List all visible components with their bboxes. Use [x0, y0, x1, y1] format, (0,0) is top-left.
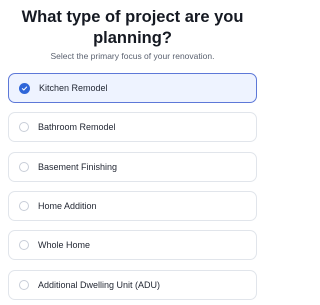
option-label: Whole Home [38, 239, 91, 250]
check-icon [19, 82, 30, 94]
option-label: Additional Dwelling Unit (ADU) [38, 279, 161, 290]
option-kitchen-remodel[interactable]: Kitchen Remodel [8, 73, 257, 103]
radio-circle-icon [19, 162, 29, 172]
radio-circle-icon [19, 280, 29, 290]
radio-circle-icon [19, 122, 29, 132]
option-label: Home Addition [38, 200, 97, 211]
page-title-line-2: planning? [93, 29, 172, 47]
radio-circle-icon [19, 201, 29, 211]
option-home-addition[interactable]: Home Addition [8, 191, 257, 221]
page-title-line-1: What type of project are you [21, 8, 244, 26]
option-whole-home[interactable]: Whole Home [8, 230, 257, 260]
option-adu[interactable]: Additional Dwelling Unit (ADU) [8, 270, 257, 300]
project-type-form: What type of project are you planning? S… [0, 0, 265, 305]
option-basement-finishing[interactable]: Basement Finishing [8, 152, 257, 182]
option-bathroom-remodel[interactable]: Bathroom Remodel [8, 112, 257, 142]
option-label: Kitchen Remodel [39, 82, 108, 93]
radio-circle-icon [19, 240, 29, 250]
option-label: Bathroom Remodel [38, 121, 116, 132]
page-subtitle: Select the primary focus of your renovat… [50, 51, 215, 61]
page-title: What type of project are you planning? [0, 7, 265, 49]
option-label: Basement Finishing [38, 161, 118, 172]
